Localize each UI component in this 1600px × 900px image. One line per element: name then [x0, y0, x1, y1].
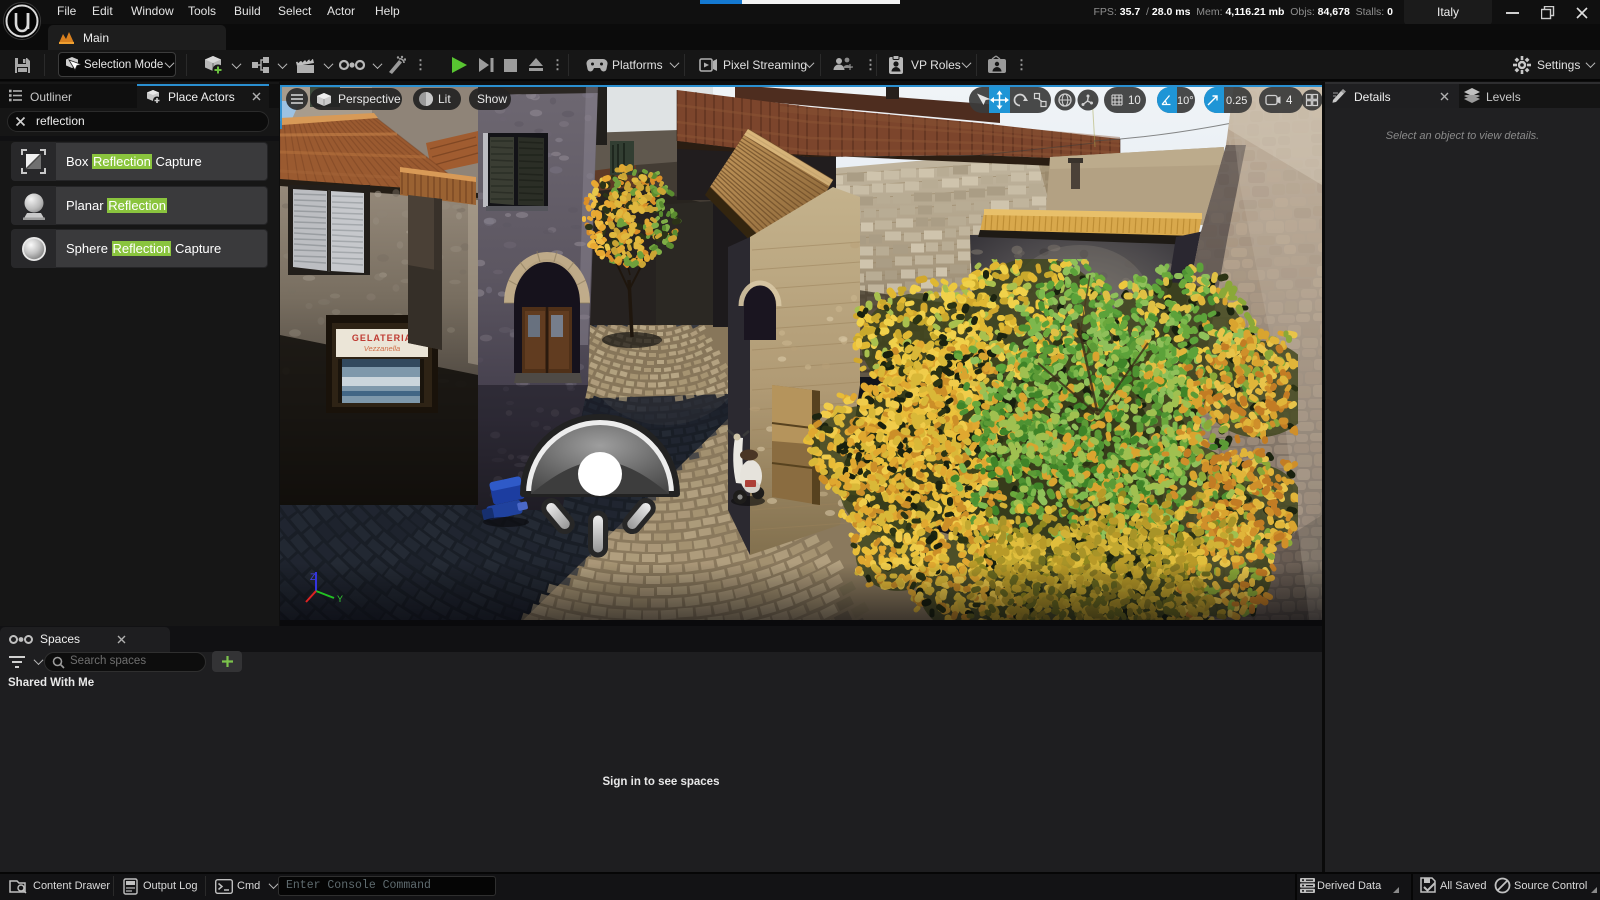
- svg-text:Z: Z: [310, 572, 316, 582]
- svg-text:0.25: 0.25: [1226, 95, 1247, 107]
- svg-text:10°: 10°: [1177, 95, 1194, 107]
- svg-text:4: 4: [1286, 95, 1293, 107]
- svg-text:Vezzanella: Vezzanella: [364, 344, 400, 353]
- svg-text:Y: Y: [337, 594, 343, 604]
- svg-text:Show: Show: [477, 92, 507, 106]
- svg-text:10: 10: [1128, 95, 1141, 107]
- svg-text:GELATERIA: GELATERIA: [352, 333, 412, 343]
- svg-text:Perspective: Perspective: [338, 92, 401, 106]
- svg-text:Lit: Lit: [438, 92, 451, 106]
